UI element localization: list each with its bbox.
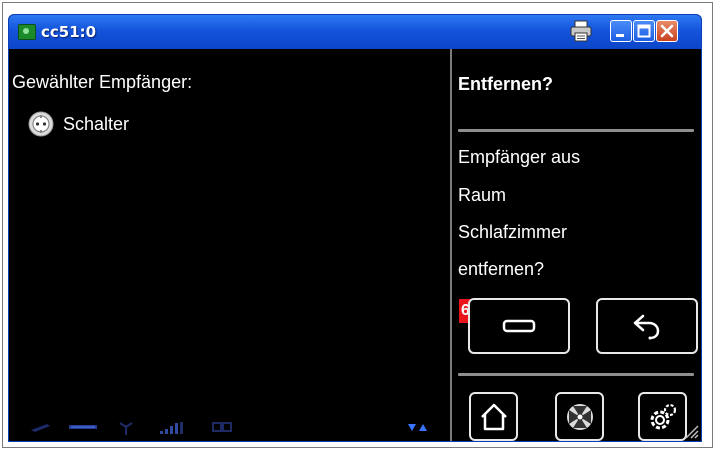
back-button[interactable]	[596, 298, 698, 354]
message-line-2: Raum	[458, 185, 507, 205]
message-line-1: Empfänger aus	[458, 147, 581, 167]
scene-button[interactable]	[555, 392, 604, 441]
printer-icon[interactable]	[568, 19, 594, 43]
wifi-arrows-icon	[408, 424, 427, 431]
close-button[interactable]	[656, 20, 678, 42]
back-arrow-icon	[633, 314, 660, 340]
signal-bars-icon	[160, 422, 183, 434]
minimize-button[interactable]	[610, 20, 632, 42]
maximize-button[interactable]	[633, 20, 655, 42]
settings-button[interactable]	[638, 392, 687, 441]
resize-grip-icon[interactable]	[683, 423, 699, 439]
receiver-item-schalter[interactable]: Schalter	[28, 109, 129, 139]
confirm-title: Entfernen?	[458, 74, 554, 94]
gear-icon	[650, 403, 676, 429]
app-window: cc51:0 Gewählter Empfänger: Schalter Ent…	[8, 14, 702, 442]
minus-icon	[502, 319, 536, 333]
remove-button[interactable]	[468, 298, 570, 354]
receiver-label: Schalter	[63, 113, 130, 134]
pen-icon	[31, 424, 50, 432]
ruler-icon	[69, 425, 97, 429]
confirm-pane: Entfernen? Empfänger aus Raum Schlafzimm…	[452, 49, 701, 441]
message-line-4: entfernen?	[458, 259, 545, 279]
fan-icon	[566, 403, 593, 430]
antenna-icon	[119, 422, 133, 435]
home-icon	[480, 403, 507, 430]
selected-receiver-heading: Gewählter Empfänger:	[12, 72, 193, 92]
window-title: cc51:0	[41, 23, 97, 41]
message-line-3: Schlafzimmer	[458, 222, 568, 242]
title-separator	[458, 129, 694, 132]
app-icon	[18, 24, 36, 40]
link-icon	[212, 422, 232, 432]
title-bar: cc51:0	[9, 15, 701, 49]
receiver-pane: Gewählter Empfänger: Schalter	[9, 49, 449, 441]
status-bar	[9, 409, 449, 441]
nav-separator	[458, 373, 694, 376]
home-button[interactable]	[469, 392, 518, 441]
switch-socket-icon	[28, 111, 54, 137]
device-screen: Gewählter Empfänger: Schalter Entfernen?…	[9, 49, 701, 441]
